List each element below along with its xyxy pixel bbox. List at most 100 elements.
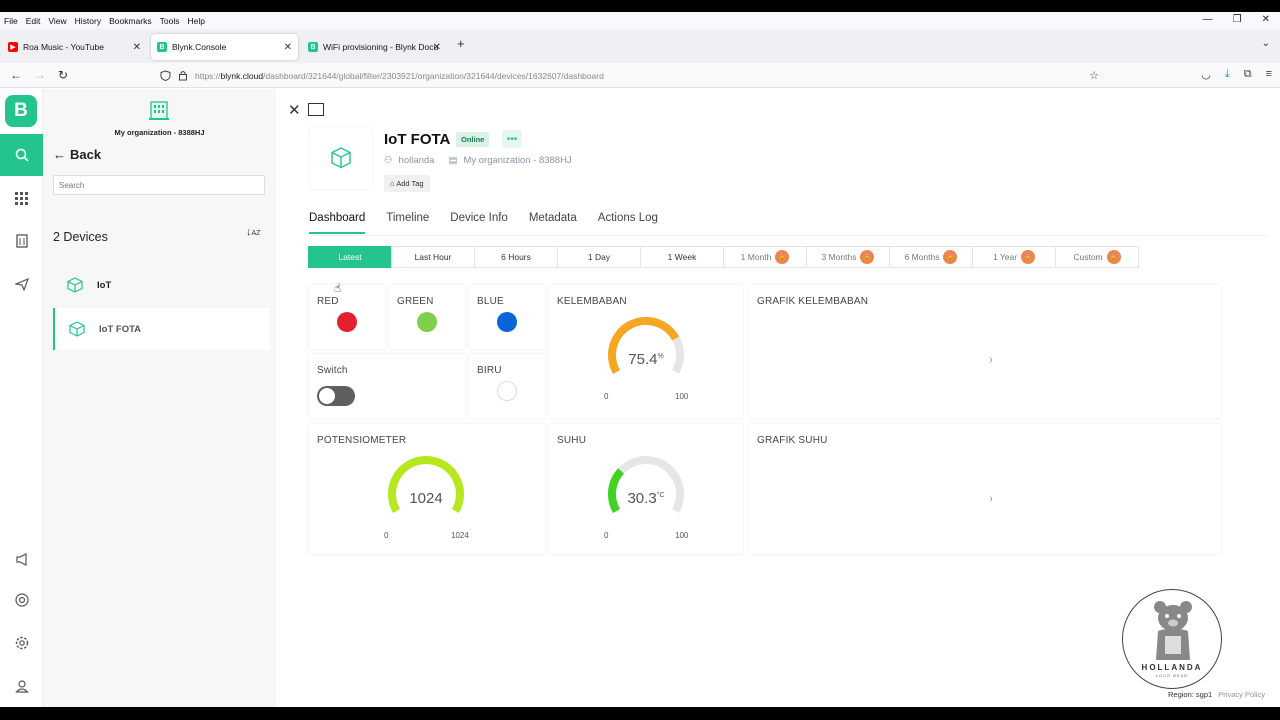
url-prefix: https:// [195, 70, 221, 81]
back-button[interactable]: ← Back [53, 147, 101, 162]
privacy-policy-link[interactable]: Privacy Policy [1218, 690, 1265, 699]
range-button[interactable]: 1 Day [557, 246, 641, 268]
widget-green[interactable]: GREEN [389, 285, 465, 349]
tab-actions-log[interactable]: Actions Log [598, 212, 658, 234]
tab-close-icon[interactable]: ✕ [433, 42, 441, 53]
toolbar-icons: ◡ ⤓ ⧉ ≡ [1201, 68, 1272, 81]
device-list-item-iot[interactable]: IoT [53, 264, 270, 306]
range-button[interactable]: Custom 🔒 [1055, 246, 1139, 268]
tab-device-info[interactable]: Device Info [450, 212, 508, 234]
device-owner[interactable]: hollanda [399, 155, 435, 166]
reload-icon[interactable]: ↻ [58, 68, 68, 82]
new-tab-icon[interactable]: + [457, 36, 465, 51]
gauge-value: 30.3°C [596, 490, 696, 507]
range-button[interactable]: 6 Hours [474, 246, 558, 268]
device-search-input[interactable] [53, 175, 265, 195]
close-icon[interactable]: ✕ [288, 101, 301, 119]
tab-close-icon[interactable]: ✕ [284, 42, 292, 53]
organization-building-icon[interactable] [0, 230, 43, 252]
download-icon[interactable]: ⤓ [1225, 68, 1230, 81]
bookmark-star-icon[interactable]: ☆ [1089, 69, 1099, 82]
gauge-min: 0 [604, 392, 609, 401]
range-button[interactable]: 1 Year 🔒 [972, 246, 1056, 268]
range-button[interactable]: 1 Week [640, 246, 724, 268]
led-green [417, 312, 437, 332]
range-label: 1 Day [587, 252, 611, 262]
widget-title: Switch [317, 365, 348, 376]
range-button[interactable]: 1 Month 🔒 [723, 246, 807, 268]
widget-biru[interactable]: BIRU [469, 354, 545, 418]
tab-timeline[interactable]: Timeline [386, 212, 429, 234]
rail-search-button[interactable] [0, 134, 43, 176]
menu-bookmarks[interactable]: Bookmarks [109, 16, 152, 26]
browser-tab-youtube[interactable]: ▶ Roa Music - YouTube ✕ [2, 34, 147, 60]
blynk-favicon-icon: B [308, 42, 318, 52]
mouse-cursor-icon: ☝ [334, 281, 342, 295]
device-cube-icon [69, 321, 85, 337]
range-label: Latest [338, 252, 362, 262]
range-label: Custom [1073, 252, 1103, 262]
menu-tools[interactable]: Tools [160, 16, 180, 26]
tracking-shield-icon[interactable] [160, 70, 171, 81]
range-button[interactable]: 3 Months 🔒 [806, 246, 890, 268]
url-bar[interactable]: https://blynk.cloud/dashboard/321644/glo… [155, 66, 1105, 85]
device-list-item-iot-fota[interactable]: IoT FOTA [53, 308, 270, 350]
tab-close-icon[interactable]: ✕ [133, 42, 141, 53]
letterbox-top [0, 0, 1280, 12]
help-lifebuoy-icon[interactable] [0, 589, 43, 611]
menu-help[interactable]: Help [187, 16, 204, 26]
menu-view[interactable]: View [48, 16, 66, 26]
device-cube-icon [67, 277, 83, 293]
menu-edit[interactable]: Edit [26, 16, 41, 26]
range-label: 1 Week [667, 252, 697, 262]
browser-tab-blynk-console[interactable]: B Blynk.Console ✕ [151, 34, 298, 60]
lock-icon: 🔒 [775, 250, 790, 264]
device-organization[interactable]: My organization - 8388HJ [463, 155, 571, 166]
range-button[interactable]: Latest [308, 246, 392, 268]
sort-az-icon[interactable]: ↓AZ [246, 226, 260, 238]
lock-icon: 🔒 [943, 250, 958, 264]
back-arrow-icon[interactable]: ← [10, 68, 22, 82]
organization-building-icon [149, 101, 169, 120]
device-tabs: Dashboard Timeline Device Info Metadata … [309, 212, 679, 234]
tab-list-chevron-icon[interactable]: ⌄ [1262, 38, 1270, 49]
menu-file[interactable]: File [4, 16, 18, 26]
gauge-value: 1024 [409, 490, 443, 507]
back-label: Back [70, 147, 102, 162]
widget-red[interactable]: RED [309, 285, 385, 349]
expand-window-icon[interactable] [308, 103, 324, 116]
url-text[interactable]: https://blynk.cloud/dashboard/321644/glo… [195, 71, 604, 81]
forward-arrow-icon[interactable]: → [34, 68, 46, 82]
more-actions-button[interactable]: ••• [502, 130, 522, 148]
browser-tab-wifi-docs[interactable]: B WiFi provisioning - Blynk Docu ✕ [302, 34, 447, 60]
megaphone-icon[interactable] [0, 548, 43, 570]
restore-icon[interactable]: ❐ [1233, 14, 1242, 25]
window-close-icon[interactable]: ✕ [1262, 14, 1270, 25]
gauge-value: 75.4% [596, 351, 696, 368]
watermark-brand: HOLLANDA [1141, 663, 1203, 672]
device-count: 2 Devices [53, 230, 108, 244]
user-profile-icon[interactable] [0, 675, 43, 697]
widget-blue[interactable]: BLUE [469, 285, 545, 349]
menu-history[interactable]: History [75, 16, 101, 26]
send-plane-icon[interactable] [0, 273, 43, 295]
extensions-icon[interactable]: ⧉ [1244, 68, 1252, 81]
tab-metadata[interactable]: Metadata [529, 212, 577, 234]
organization-name[interactable]: My organization - 8388HJ [43, 128, 276, 137]
pocket-icon[interactable]: ◡ [1201, 68, 1211, 81]
range-button[interactable]: Last Hour [391, 246, 475, 268]
tab-dashboard[interactable]: Dashboard [309, 212, 366, 234]
lock-icon[interactable] [178, 70, 188, 81]
add-tag-button[interactable]: ⌂ Add Tag [384, 175, 430, 192]
blynk-favicon-icon: B [157, 42, 167, 52]
user-icon: ⚇ [384, 155, 393, 166]
switch-toggle[interactable] [317, 386, 355, 406]
range-label: 6 Hours [501, 252, 531, 262]
app-menu-icon[interactable]: ≡ [1266, 68, 1272, 81]
minimize-icon[interactable]: — [1203, 14, 1213, 25]
range-button[interactable]: 6 Months 🔒 [889, 246, 973, 268]
settings-gear-icon[interactable] [0, 632, 43, 654]
apps-grid-icon[interactable] [0, 187, 43, 209]
gauge-max: 100 [675, 392, 689, 401]
blynk-logo[interactable]: B [5, 95, 37, 127]
